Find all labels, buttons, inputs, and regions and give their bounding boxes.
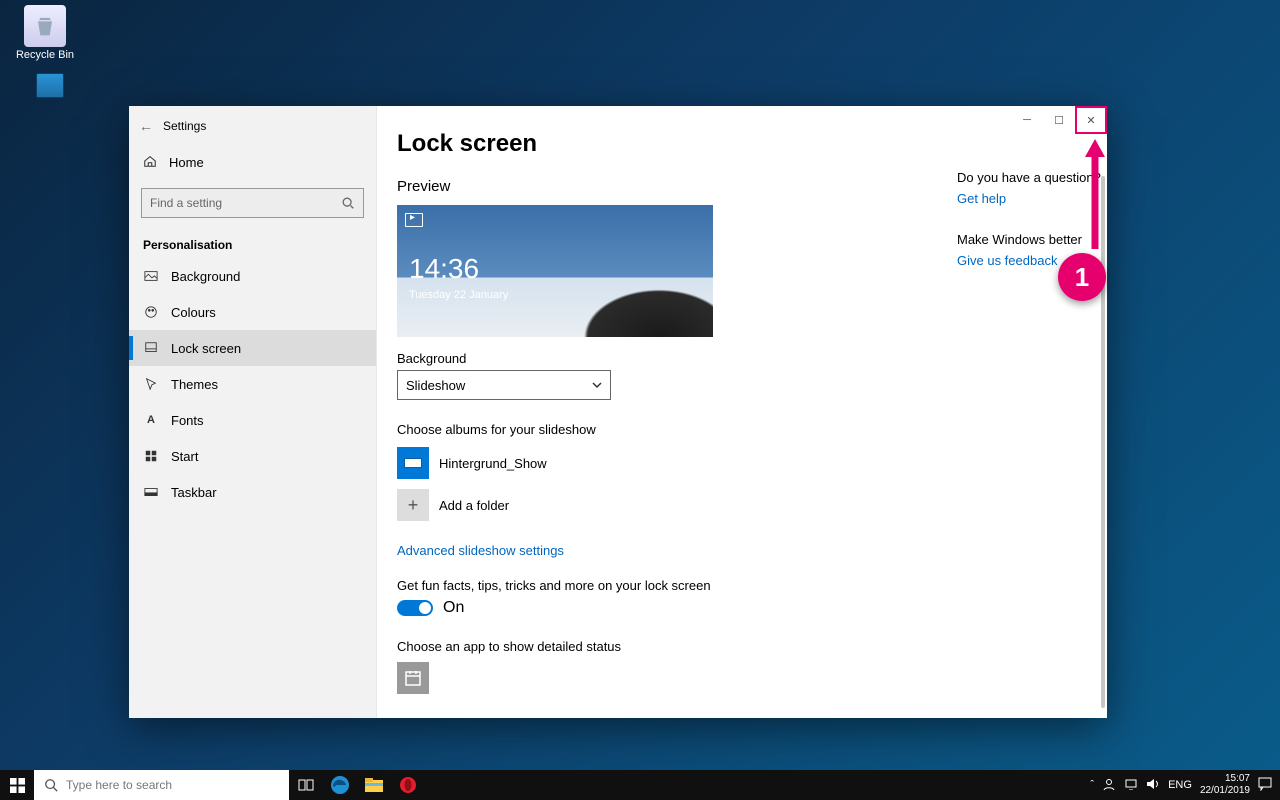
home-nav[interactable]: Home [129,144,376,180]
maximize-button[interactable]: ☐ [1043,106,1075,134]
lockscreen-preview: 14:36 Tuesday 22 January [397,205,713,337]
sidebar-item-themes[interactable]: Themes [129,366,376,402]
taskbar: Type here to search ˆ ENG 15:07 22/01/20… [0,770,1280,800]
detailed-status-label: Choose an app to show detailed status [397,639,897,654]
recycle-bin-icon[interactable]: Recycle Bin [10,5,80,61]
back-button[interactable]: ← [139,118,163,134]
preview-time: 14:36 [409,253,479,285]
album-name: Hintergrund_Show [439,456,547,471]
calendar-icon [404,669,422,687]
category-label: Personalisation [129,226,376,258]
tray-volume-icon[interactable] [1146,778,1160,793]
search-icon [44,778,58,792]
taskbar-search-placeholder: Type here to search [66,778,172,792]
tray-notifications-icon[interactable] [1258,777,1272,794]
plus-icon: + [397,489,429,521]
content-area: ─ ☐ ✕ Lock screen Preview 14:36 Tuesday … [377,106,1107,718]
tray-people-icon[interactable] [1102,777,1116,794]
sidebar-item-colours[interactable]: Colours [129,294,376,330]
taskbar-icon [143,484,159,500]
close-button[interactable]: ✕ [1075,106,1107,134]
background-label: Background [397,351,897,366]
home-icon [143,154,157,171]
window-title: Settings [163,119,206,133]
tray-language[interactable]: ENG [1168,779,1192,791]
settings-window: ← Settings Home Find a setting Personali… [129,106,1107,718]
scrollbar[interactable] [1101,176,1105,708]
sidebar-item-taskbar[interactable]: Taskbar [129,474,376,510]
palette-icon [143,304,159,320]
preview-date: Tuesday 22 January [409,289,508,301]
fonts-icon: A [143,412,159,428]
search-placeholder: Find a setting [150,196,222,210]
add-folder-label: Add a folder [439,498,509,513]
advanced-settings-link[interactable]: Advanced slideshow settings [397,543,897,558]
start-button[interactable] [0,770,34,800]
funfacts-label: Get fun facts, tips, tricks and more on … [397,578,897,593]
search-input[interactable]: Find a setting [141,188,364,218]
funfacts-toggle[interactable] [397,600,433,616]
album-item[interactable]: Hintergrund_Show [397,447,897,479]
folder-icon [397,447,429,479]
task-view-button[interactable] [289,770,323,800]
control-panel-icon[interactable] [15,73,85,100]
slideshow-icon [405,213,423,227]
albums-label: Choose albums for your slideshow [397,422,897,437]
tray-chevron-icon[interactable]: ˆ [1090,779,1094,791]
tray-date: 22/01/2019 [1200,785,1250,797]
annotation-marker-1: 1 [1058,253,1106,301]
themes-icon [143,376,159,392]
search-icon [341,196,355,210]
toggle-state: On [443,599,464,617]
edge-icon[interactable] [323,770,357,800]
page-title: Lock screen [397,130,897,158]
tray-clock[interactable]: 15:07 22/01/2019 [1200,773,1250,797]
tray-time: 15:07 [1200,773,1250,785]
sidebar-item-lock-screen[interactable]: Lock screen [129,330,376,366]
lockscreen-icon [143,340,159,356]
preview-label: Preview [397,178,897,195]
windows-icon [10,778,25,793]
taskbar-search[interactable]: Type here to search [34,770,289,800]
sidebar-item-start[interactable]: Start [129,438,376,474]
detailed-status-app-button[interactable] [397,662,429,694]
background-dropdown[interactable]: Slideshow [397,370,611,400]
add-folder-button[interactable]: + Add a folder [397,489,897,521]
start-icon [143,448,159,464]
minimize-button[interactable]: ─ [1011,106,1043,134]
sidebar: ← Settings Home Find a setting Personali… [129,106,377,718]
opera-icon[interactable] [391,770,425,800]
chevron-down-icon [592,380,602,390]
home-label: Home [169,155,204,170]
recycle-bin-label: Recycle Bin [10,49,80,61]
dropdown-value: Slideshow [406,378,465,393]
picture-icon [143,268,159,284]
explorer-icon[interactable] [357,770,391,800]
tray-network-icon[interactable] [1124,778,1138,793]
sidebar-item-background[interactable]: Background [129,258,376,294]
annotation-arrow [1083,139,1107,249]
sidebar-item-fonts[interactable]: AFonts [129,402,376,438]
